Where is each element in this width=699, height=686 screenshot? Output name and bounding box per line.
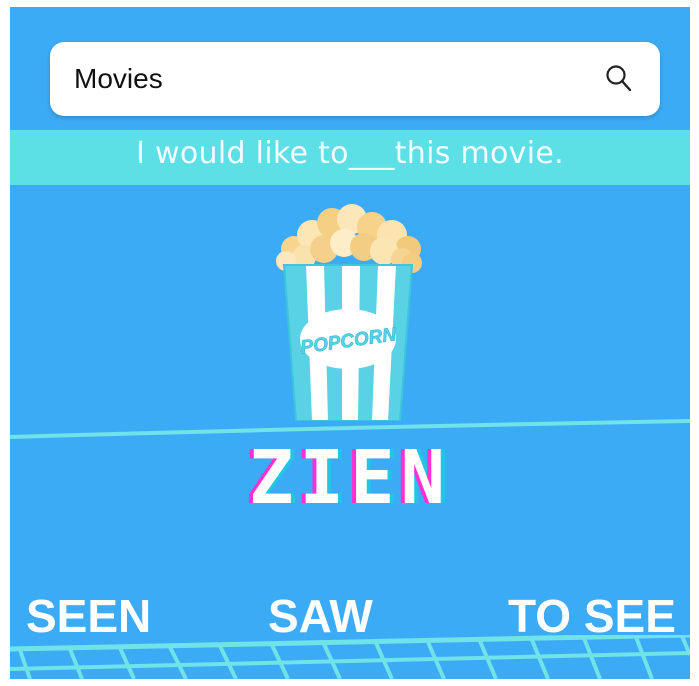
search-icon[interactable] <box>602 62 636 96</box>
search-input[interactable] <box>74 54 574 104</box>
app-screen: I would like to___this movie. <box>10 7 690 679</box>
popcorn-bucket-icon: POPCORN <box>276 204 422 421</box>
film-strip-decoration <box>10 635 690 679</box>
popcorn-bucket: POPCORN <box>282 264 414 421</box>
popcorn-kernels <box>276 204 422 273</box>
prompt-strip: I would like to___this movie. <box>10 130 690 185</box>
brand-title: ZIEN <box>248 435 452 521</box>
search-bar[interactable] <box>50 42 660 116</box>
prompt-text: I would like to___this movie. <box>136 136 564 171</box>
